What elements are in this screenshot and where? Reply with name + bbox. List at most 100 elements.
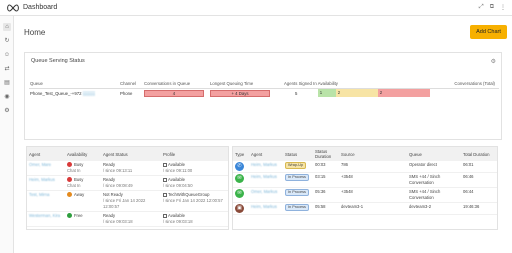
col-total-duration: Total Duration [461,147,497,161]
availability-free: 1 [317,89,336,98]
more-icon[interactable]: ⋮ [500,4,506,11]
sms-icon: ✉ [235,189,244,198]
refresh-icon[interactable]: ↻ [3,37,11,45]
queue: SMS +44 / Sinch Conversation [407,187,461,203]
agent-name[interactable]: Omer, Mare [27,161,65,176]
col-status: Status [283,147,313,161]
profile-icon [163,213,167,218]
conversations-table: Type Agent Status Status Duration Source… [233,147,497,215]
app-title: Dashboard [23,4,58,11]
col-profile: Profile [161,147,228,161]
availability-bar: 1 2 2 [317,89,430,98]
status-badge: In Process [285,174,309,181]
profile-cell: Available / since 09:04:50 [161,175,228,191]
type-cell: ✆ [233,161,249,173]
agent-name[interactable]: Heim, Markus [249,161,283,173]
conversations-panel: Type Agent Status Status Duration Source… [232,146,498,230]
total-duration: 06:01 [461,161,497,173]
col-channel: Channel [119,79,143,89]
total-duration: 06:44 [461,187,497,203]
agent-name[interactable]: Test, Mirna [27,190,65,212]
profile-icon [163,177,167,182]
source: 786 [339,161,407,173]
profile-icon [163,162,167,167]
profile-cell: TechWithQueueGroup / since Fri Jan 14 202… [161,190,228,212]
col-total: Conversations (Total) [436,79,499,89]
in-queue-value: 4 [144,89,204,97]
agent-status-cell: Ready / since 09:08:49 [101,175,161,191]
flow-icon[interactable]: ⇄ [3,65,11,73]
availability-cell: Busy Chat In [65,161,101,176]
source: +3548 [339,172,407,188]
agent-name[interactable]: Heim, Markus [249,172,283,188]
status-badge: In Process [285,204,309,211]
availability-cell: Busy Chat In [65,175,101,191]
agent-status-cell: Ready / since 09:03:18 [101,211,161,227]
app-logo-icon [7,4,19,12]
settings-icon[interactable]: ⚙ [3,107,11,115]
status-duration: 05:58 [313,202,339,215]
table-row[interactable]: ✆ Heim, Markus Wrap-Up 00:03 786 Operator dir… [233,161,497,173]
profile-icon [163,192,167,197]
status-badge: Wrap-Up [285,162,307,169]
col-type: Type [233,147,249,161]
chat-icon: ▣ [235,204,244,213]
add-chart-button[interactable]: Add Chart [470,25,507,39]
col-longest: Longest Queuing Time [209,79,283,89]
external-link-icon[interactable]: ⧉ [490,4,494,11]
agent-name[interactable]: Heim, Markus [249,202,283,215]
signed-in-value: 5 [295,90,298,96]
status-cell: In Process [283,172,313,188]
queue: devteam3-2 [407,202,461,215]
table-row[interactable]: ✉ Omer, Markus In Process 05:36 +3548 SMS +44… [233,187,497,203]
chart-icon[interactable]: ▤ [3,79,11,87]
queue-serving-panel: Queue Serving Status ⚙ Queue Channel Con… [24,52,502,140]
col-agent: Agent [27,147,65,161]
status-dot-icon [67,213,72,219]
agent-name[interactable]: Westerman, Kira [27,211,65,227]
profile-cell: Available / since 09:11:00 [161,161,228,176]
table-row[interactable]: Westerman, Kira Free Ready / since 09:03:18… [27,211,228,227]
col-queue: Queue [29,79,119,89]
location-icon[interactable]: ◉ [3,93,11,101]
table-row[interactable]: Omer, Mare Busy Chat In Ready / since 09:13:… [27,161,228,176]
col-source: Source [339,147,407,161]
col-agent: Agent [249,147,283,161]
users-icon[interactable]: ☺ [3,51,11,59]
expand-icon[interactable]: ⤢ [479,4,484,11]
queue: SMS +44 / Sinch Conversation [407,172,461,188]
status-cell: Wrap-Up [283,161,313,173]
home-icon[interactable]: ⌂ [3,23,11,31]
availability-away: 2 [335,89,378,98]
window-controls: ⤢ ⧉ ⋮ [479,4,506,11]
col-agent-status: Agent Status [101,147,161,161]
table-row[interactable]: ✉ Heim, Markus In Process 03:15 +3548 SMS +44… [233,172,497,188]
page-title: Home [24,28,46,37]
table-row[interactable]: Phone_Test_Queue_-+972 ▒▒▒▒ Phone 4 + 4 … [29,88,499,98]
availability-busy: 2 [377,89,430,98]
status-duration: 03:15 [313,172,339,188]
profile-cell: Available / since 09:03:18 [161,211,228,227]
type-cell: ✉ [233,187,249,203]
table-row[interactable]: Test, Mirna Away Not Ready / since Fri Jan … [27,190,228,212]
sms-icon: ✉ [235,174,244,183]
col-availability: Availability [65,147,101,161]
table-row[interactable]: ▣ Heim, Markus In Process 05:58 devteam3-1 de… [233,202,497,215]
type-cell: ✉ [233,172,249,188]
agent-name[interactable]: Heim, Markus [27,175,65,191]
table-row[interactable]: Heim, Markus Busy Chat In Ready / since 09:0… [27,175,228,191]
col-status-duration: Status Duration [313,147,339,161]
col-availability: Availability [316,79,437,89]
status-duration: 05:36 [313,187,339,203]
status-cell: In Process [283,202,313,215]
agent-name[interactable]: Omer, Markus [249,187,283,203]
agent-status-cell: Not Ready / since Fri Jan 14 2022 12:00:5… [101,190,161,212]
agent-status-cell: Ready / since 09:13:11 [101,161,161,176]
longest-value: + 4 Days [210,89,270,97]
top-bar: Dashboard ⤢ ⧉ ⋮ [0,0,512,16]
status-dot-icon [67,192,72,198]
status-dot-icon [67,162,72,168]
queue: Operator direct [407,161,461,173]
type-cell: ▣ [233,202,249,215]
gear-icon[interactable]: ⚙ [491,58,496,65]
